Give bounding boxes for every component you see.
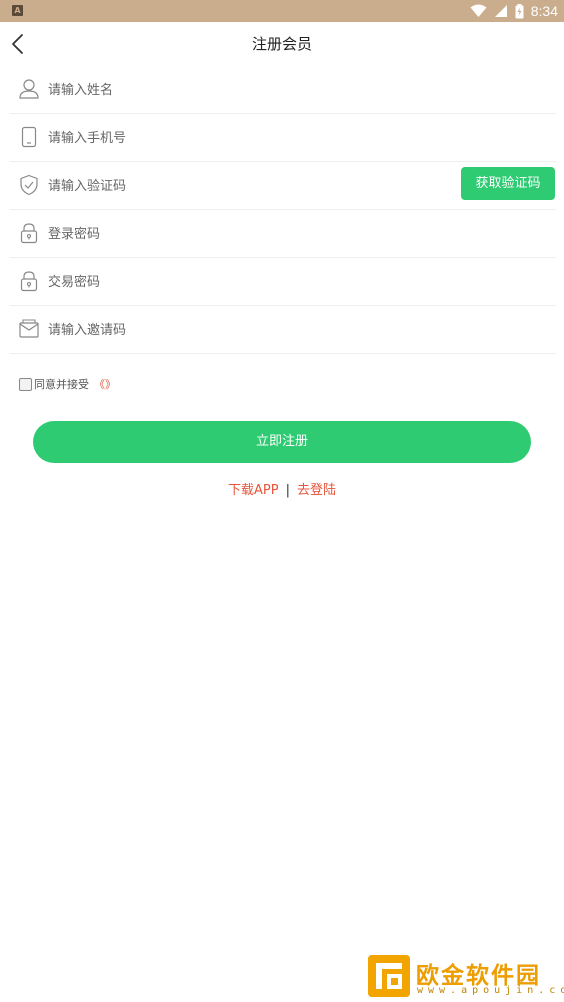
login-password-row bbox=[10, 210, 556, 258]
trade-password-input[interactable] bbox=[48, 268, 428, 296]
agreement-link[interactable]: 《》 bbox=[94, 376, 116, 392]
agreement-text: 同意并接受 bbox=[34, 378, 89, 391]
phone-input[interactable] bbox=[48, 124, 428, 152]
agreement: 同意并接受 《》 bbox=[19, 376, 116, 392]
invite-row bbox=[10, 306, 556, 354]
status-time: 8:34 bbox=[530, 3, 558, 19]
code-input[interactable] bbox=[48, 172, 428, 200]
status-bar: A 8:34 bbox=[0, 0, 564, 22]
shield-icon bbox=[20, 174, 38, 196]
link-separator: | bbox=[285, 483, 290, 498]
status-icons: 8:34 bbox=[470, 0, 558, 22]
lock-icon bbox=[20, 223, 38, 244]
code-row: 获取验证码 bbox=[10, 162, 556, 210]
footer-links: 下载APP | 去登陆 bbox=[0, 479, 564, 498]
download-app-link[interactable]: 下载APP bbox=[228, 483, 279, 498]
notification-icon: A bbox=[12, 5, 23, 16]
phone-icon bbox=[21, 126, 37, 148]
agree-checkbox[interactable] bbox=[19, 377, 32, 391]
invite-input[interactable] bbox=[48, 316, 428, 344]
watermark-url: www.apoujin.com bbox=[417, 985, 564, 996]
watermark-logo-icon bbox=[368, 955, 410, 997]
trade-password-row bbox=[10, 258, 556, 306]
register-form: 获取验证码 bbox=[10, 66, 556, 354]
phone-row bbox=[10, 114, 556, 162]
wifi-icon bbox=[470, 4, 487, 17]
mail-icon bbox=[19, 319, 39, 338]
lock-icon bbox=[20, 271, 38, 292]
get-code-button[interactable]: 获取验证码 bbox=[461, 167, 555, 200]
nav-bar: 注册会员 bbox=[0, 22, 564, 66]
login-link[interactable]: 去登陆 bbox=[297, 483, 336, 498]
watermark: 欧金软件园 www.apoujin.com bbox=[368, 955, 564, 999]
user-icon bbox=[19, 79, 39, 99]
name-row bbox=[10, 66, 556, 114]
signal-icon bbox=[494, 5, 507, 17]
login-password-input[interactable] bbox=[48, 220, 428, 248]
page-title: 注册会员 bbox=[251, 35, 312, 53]
register-button[interactable]: 立即注册 bbox=[33, 421, 531, 463]
name-input[interactable] bbox=[48, 76, 428, 104]
battery-icon bbox=[515, 3, 524, 18]
